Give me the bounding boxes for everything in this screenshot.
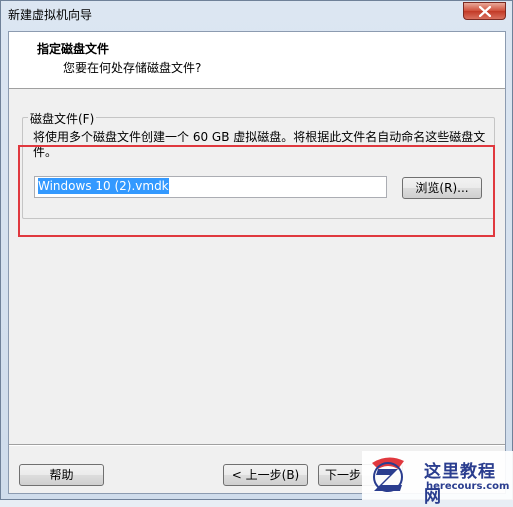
- footer-separator: [9, 444, 505, 446]
- close-button[interactable]: [463, 2, 506, 20]
- highlight-annotation: [18, 145, 495, 237]
- site-watermark: 这里教程网 herecours.com: [362, 451, 513, 507]
- page-title: 指定磁盘文件: [37, 42, 110, 56]
- wizard-window: 新建虚拟机向导 指定磁盘文件 您要在何处存储磁盘文件? 磁盘文件(F) 将使用多…: [0, 0, 513, 500]
- watermark-url: herecours.com: [426, 481, 510, 492]
- window-title: 新建虚拟机向导: [8, 8, 93, 22]
- site-logo-icon: [372, 457, 404, 492]
- wizard-content: 指定磁盘文件 您要在何处存储磁盘文件? 磁盘文件(F) 将使用多个磁盘文件创建一…: [8, 31, 506, 494]
- disk-file-group-label: 磁盘文件(F): [28, 110, 97, 127]
- help-button[interactable]: 帮助: [19, 464, 104, 486]
- close-icon: [479, 6, 491, 17]
- page-subtitle: 您要在何处存储磁盘文件?: [63, 61, 202, 75]
- wizard-header: 指定磁盘文件 您要在何处存储磁盘文件?: [9, 32, 505, 89]
- back-button[interactable]: < 上一步(B): [223, 464, 308, 486]
- title-bar[interactable]: 新建虚拟机向导: [1, 1, 512, 25]
